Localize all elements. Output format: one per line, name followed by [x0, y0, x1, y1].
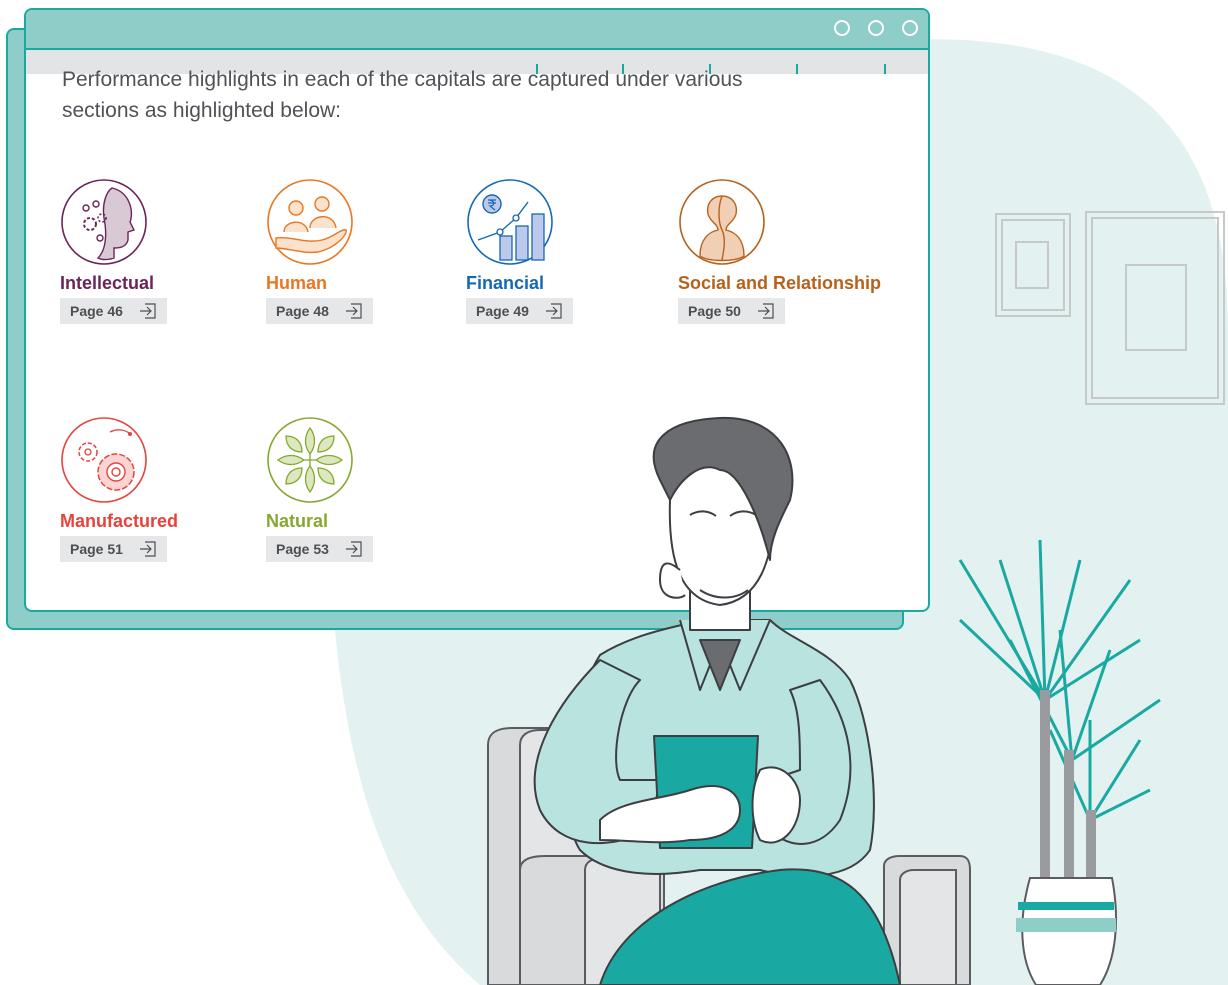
social-relationship-capital-icon [679, 179, 765, 265]
arrow-in-icon [545, 303, 562, 319]
natural-capital-icon [267, 417, 353, 503]
page-link-label: Page 51 [70, 541, 123, 557]
capital-natural: Natural Page 53 [266, 416, 526, 562]
window-control-3[interactable] [902, 20, 918, 36]
manufactured-capital-icon [61, 417, 147, 503]
page-link-button[interactable]: Page 50 [678, 298, 785, 324]
arrow-in-icon [757, 303, 774, 319]
window-titlebar [26, 10, 928, 50]
intellectual-capital-icon [61, 179, 147, 265]
intro-text: Performance highlights in each of the ca… [62, 68, 743, 122]
arrow-in-icon [345, 303, 362, 319]
page-link-label: Page 53 [276, 541, 329, 557]
arrow-in-icon [139, 541, 156, 557]
toolbar-divider [884, 64, 886, 74]
page-link-button[interactable]: Page 46 [60, 298, 167, 324]
arrow-in-icon [139, 303, 156, 319]
capital-label: Natural [266, 511, 329, 531]
page-link-label: Page 50 [688, 303, 741, 319]
page-link-button[interactable]: Page 48 [266, 298, 373, 324]
page-link-button[interactable]: Page 49 [466, 298, 573, 324]
toolbar-divider [796, 64, 798, 74]
window-control-2[interactable] [868, 20, 884, 36]
arrow-in-icon [345, 541, 362, 557]
page-link-label: Page 48 [276, 303, 329, 319]
page-link-label: Page 46 [70, 303, 123, 319]
page-link-label: Page 49 [476, 303, 529, 319]
page-link-button[interactable]: Page 51 [60, 536, 167, 562]
capital-social-relationship: Social and Relationship Page 50 [678, 178, 928, 324]
window-control-1[interactable] [834, 20, 850, 36]
capital-label: Social and Relationship [678, 273, 882, 293]
financial-capital-icon [467, 179, 553, 265]
human-capital-icon [267, 179, 353, 265]
browser-window: Performance highlights in each of the ca… [24, 8, 930, 612]
page-link-button[interactable]: Page 53 [266, 536, 373, 562]
